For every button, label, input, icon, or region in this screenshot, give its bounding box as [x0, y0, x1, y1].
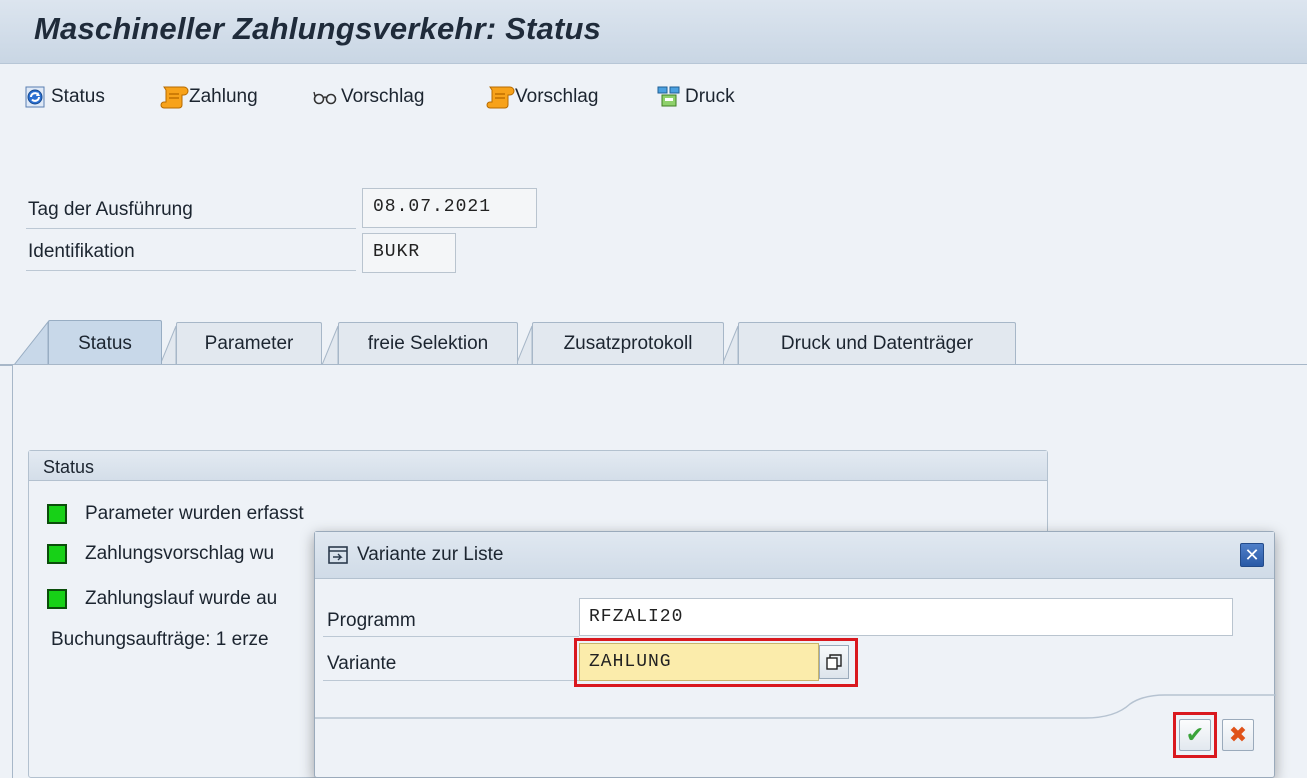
cancel-button[interactable]: ✖	[1222, 719, 1254, 751]
dialog-title: Variante zur Liste	[357, 544, 504, 565]
toolbar-payment-label: Zahlung	[189, 86, 258, 107]
status-refresh-button[interactable]: Status	[22, 82, 105, 112]
toolbar-display-proposal-label: Vorschlag	[341, 86, 425, 107]
status-row: Zahlungslauf wurde au	[47, 584, 277, 614]
tab-free-selection[interactable]: freie Selektion	[338, 322, 518, 365]
toolbar-status-label: Status	[51, 86, 105, 107]
refresh-status-icon	[22, 84, 48, 110]
payment-button[interactable]: Zahlung	[160, 82, 258, 112]
identification-label: Identifikation	[28, 241, 135, 262]
status-row: Zahlungsvorschlag wu	[47, 539, 274, 569]
run-date-field[interactable]: 08.07.2021	[362, 188, 537, 228]
tab-additional-log[interactable]: Zusatzprotokoll	[532, 322, 724, 365]
status-green-icon	[47, 589, 67, 609]
status-text: Parameter wurden erfasst	[85, 503, 304, 524]
close-icon: ✕	[1244, 544, 1260, 565]
run-date-underline	[26, 228, 356, 229]
proposal-scroll-icon	[486, 84, 515, 110]
application-toolbar: Status Zahlung Vorschlag Vorschlag Druck	[0, 64, 1307, 134]
status-green-icon	[47, 544, 67, 564]
identification-underline	[26, 270, 356, 271]
tab-strip: Status Parameter freie Selektion Zusatzp…	[0, 320, 1307, 366]
dialog-separator	[315, 694, 1276, 719]
tab-status[interactable]: Status	[48, 320, 162, 366]
posting-orders-summary: Buchungsaufträge: 1 erze	[51, 625, 269, 655]
program-underline	[323, 636, 579, 637]
run-date-label: Tag der Ausführung	[28, 199, 193, 220]
toolbar-print-label: Druck	[685, 86, 735, 107]
variant-label: Variante	[327, 653, 397, 674]
cancel-x-icon: ✖	[1228, 722, 1248, 747]
posting-orders-text: Buchungsaufträge: 1 erze	[51, 629, 269, 650]
print-button[interactable]: Druck	[656, 82, 735, 112]
confirm-highlight-box	[1173, 712, 1217, 758]
display-proposal-button[interactable]: Vorschlag	[312, 82, 424, 112]
status-text: Zahlungslauf wurde au	[85, 588, 278, 609]
program-label: Programm	[327, 610, 416, 631]
status-text: Zahlungsvorschlag wu	[85, 543, 275, 564]
toolbar-edit-proposal-label: Vorschlag	[515, 86, 599, 107]
tab-print-and-medium[interactable]: Druck und Datenträger	[738, 322, 1016, 365]
status-green-icon	[47, 504, 67, 524]
dialog-title-bar: Variante zur Liste ✕	[315, 532, 1274, 579]
identification-field[interactable]: BUKR	[362, 233, 456, 273]
print-icon	[656, 84, 682, 110]
payment-scroll-icon	[160, 84, 189, 110]
dialog-window-icon	[327, 544, 349, 571]
variant-dialog: Variante zur Liste ✕ Programm RFZALI20 V…	[314, 531, 1276, 778]
dialog-close-button[interactable]: ✕	[1240, 543, 1264, 567]
status-row: Parameter wurden erfasst	[47, 499, 304, 529]
variant-underline	[323, 680, 579, 681]
title-bar: Maschineller Zahlungsverkehr: Status	[0, 0, 1307, 64]
glasses-proposal-icon	[312, 84, 338, 110]
program-field[interactable]: RFZALI20	[579, 598, 1233, 636]
tab-parameter[interactable]: Parameter	[176, 322, 322, 365]
edit-proposal-button[interactable]: Vorschlag	[486, 82, 598, 112]
page-title: Maschineller Zahlungsverkehr: Status	[34, 11, 602, 46]
status-group-title: Status	[29, 451, 1047, 481]
variant-highlight-box	[574, 638, 858, 687]
